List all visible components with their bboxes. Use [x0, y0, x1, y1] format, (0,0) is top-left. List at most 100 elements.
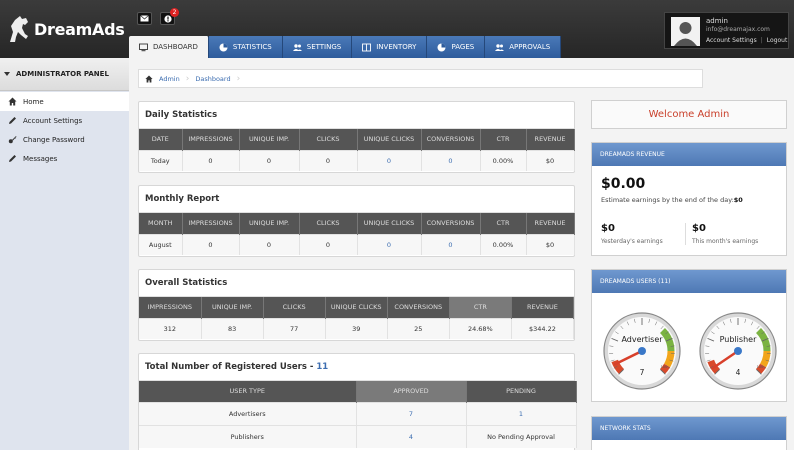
divider: [685, 223, 686, 245]
revenue-heading: DREAMADS REVENUE: [592, 143, 786, 166]
col-header: CTR: [480, 129, 527, 150]
user-box: admin info@dreamajax.com Account Setting…: [664, 12, 789, 49]
pencil-icon: [9, 117, 16, 124]
gauge-value: 7: [640, 368, 645, 377]
table-cell[interactable]: 4: [356, 424, 467, 448]
table-cell: 0: [182, 149, 240, 171]
tab-statistics[interactable]: Statistics: [208, 36, 283, 58]
sidebar-item-change-password[interactable]: Change Password: [0, 130, 129, 149]
avatar[interactable]: [671, 17, 700, 46]
sidebar-item-messages[interactable]: Messages: [0, 149, 129, 168]
table-cell: No Pending Approval: [466, 424, 577, 448]
col-header: CONVERSIONS: [387, 297, 450, 318]
table-cell: Advertisers: [139, 401, 357, 425]
table-cell: 0: [239, 233, 300, 255]
table-cell: 25: [387, 317, 450, 339]
table-cell[interactable]: 0: [421, 149, 481, 171]
panel-title: Daily Statistics: [139, 102, 574, 129]
table-cell: 24.68%: [449, 317, 512, 339]
estimate-line: Estimate earnings by the end of the day:…: [601, 196, 743, 204]
col-header: CTR: [449, 297, 512, 318]
estimate-label: Estimate earnings by the end of the day:: [601, 196, 734, 204]
sidebar: ADMINISTRATOR PANEL Home Account Setting…: [0, 58, 129, 450]
panel-title: Monthly Report: [139, 186, 574, 213]
table-cell[interactable]: 0: [357, 233, 422, 255]
breadcrumb-admin[interactable]: Admin: [159, 75, 180, 83]
col-header: CONVERSIONS: [421, 213, 481, 234]
sidebar-item-account-settings[interactable]: Account Settings: [0, 111, 129, 130]
table-header-row: DATE IMPRESSIONS UNIQUE IMP. CLICKS UNIQ…: [139, 129, 575, 150]
table-row: Publishers 4 No Pending Approval: [139, 424, 577, 448]
table-cell: $0: [526, 233, 575, 255]
table-cell: 312: [139, 317, 202, 339]
user-silhouette-icon: [671, 17, 700, 46]
caret-down-icon: [4, 72, 10, 76]
users-gauges: Advertiser 100 7 Publisher 100 4: [603, 312, 777, 390]
chevron-right-icon: ›: [185, 73, 190, 84]
tab-inventory[interactable]: Inventory: [352, 36, 428, 58]
table-cell: August: [139, 233, 183, 255]
col-header: APPROVED: [356, 381, 467, 402]
col-header: UNIQUE CLICKS: [357, 129, 422, 150]
gauge-band-orange: [759, 350, 771, 368]
table-cell[interactable]: 0: [357, 149, 422, 171]
breadcrumb: Admin › Dashboard ›: [138, 69, 703, 88]
registered-count: 11: [316, 362, 329, 372]
table-cell[interactable]: 7: [356, 401, 467, 425]
gauge-label: Publisher: [720, 335, 757, 344]
table-cell: 83: [201, 317, 264, 339]
account-settings-link[interactable]: Account Settings: [706, 37, 757, 44]
gauge-max-label: 100: [757, 365, 764, 369]
table-header-row: USER TYPE APPROVED PENDING: [139, 381, 577, 402]
tab-pages[interactable]: Pages: [427, 36, 486, 58]
tab-approvals[interactable]: Approvals: [485, 36, 562, 58]
registered-users-panel: Total Number of Registered Users - 11 US…: [138, 353, 577, 450]
col-header: CONVERSIONS: [421, 129, 481, 150]
col-header: IMPRESSIONS: [182, 213, 240, 234]
users-heading: DREAMADS USERS (11): [592, 270, 786, 293]
network-stats-panel: NETWORK STATS: [591, 416, 787, 450]
gauge-label: Advertiser: [621, 335, 663, 344]
table-cell: 0: [182, 233, 240, 255]
col-header: UNIQUE CLICKS: [357, 213, 422, 234]
tab-dashboard[interactable]: Dashboard: [129, 36, 209, 58]
breadcrumb-dashboard[interactable]: Dashboard: [195, 75, 230, 83]
revenue-panel: DREAMADS REVENUE $0.00 Estimate earnings…: [591, 142, 787, 256]
col-header: IMPRESSIONS: [182, 129, 240, 150]
table-cell: Publishers: [139, 424, 357, 448]
sidebar-heading[interactable]: ADMINISTRATOR PANEL: [0, 58, 129, 91]
table-cell: 0.00%: [480, 149, 527, 171]
month-label: This month's earnings: [692, 238, 759, 245]
col-header: UNIQUE IMP.: [239, 129, 300, 150]
main-nav-tabs: Dashboard Statistics Settings Inventory …: [129, 36, 562, 58]
sidebar-item-home[interactable]: Home: [0, 92, 129, 111]
pie-chart-icon: [219, 43, 228, 51]
col-header: CLICKS: [299, 213, 358, 234]
link-separator: |: [760, 37, 763, 44]
alert-icon[interactable]: 2: [160, 8, 179, 25]
sidebar-item-label: Home: [23, 97, 44, 106]
col-header: CLICKS: [263, 297, 326, 318]
tab-label: Statistics: [232, 43, 272, 51]
horse-logo-icon: [10, 16, 28, 42]
col-header: REVENUE: [511, 297, 575, 318]
month-value: $0: [692, 223, 706, 234]
col-header: USER TYPE: [139, 381, 357, 402]
tab-settings[interactable]: Settings: [282, 36, 353, 58]
tab-label: Approvals: [509, 43, 551, 51]
gauge-value: 4: [736, 368, 741, 377]
table-cell[interactable]: 0: [421, 233, 481, 255]
logout-link[interactable]: Logout: [767, 37, 788, 44]
logo[interactable]: DreamAds: [6, 14, 125, 44]
messages-icon[interactable]: [137, 12, 152, 25]
table-cell[interactable]: 1: [466, 401, 577, 425]
col-header: CLICKS: [299, 129, 358, 150]
advertiser-gauge: Advertiser 100 7: [603, 312, 681, 390]
table-cell: $344.22: [511, 317, 575, 339]
notification-badge: 2: [170, 8, 179, 17]
key-icon: [8, 136, 17, 144]
users-icon: [292, 43, 302, 51]
gauge-band-orange: [663, 350, 675, 368]
overall-statistics-table: IMPRESSIONS UNIQUE IMP. CLICKS UNIQUE CL…: [139, 297, 575, 339]
revenue-amount: $0.00: [601, 176, 646, 192]
